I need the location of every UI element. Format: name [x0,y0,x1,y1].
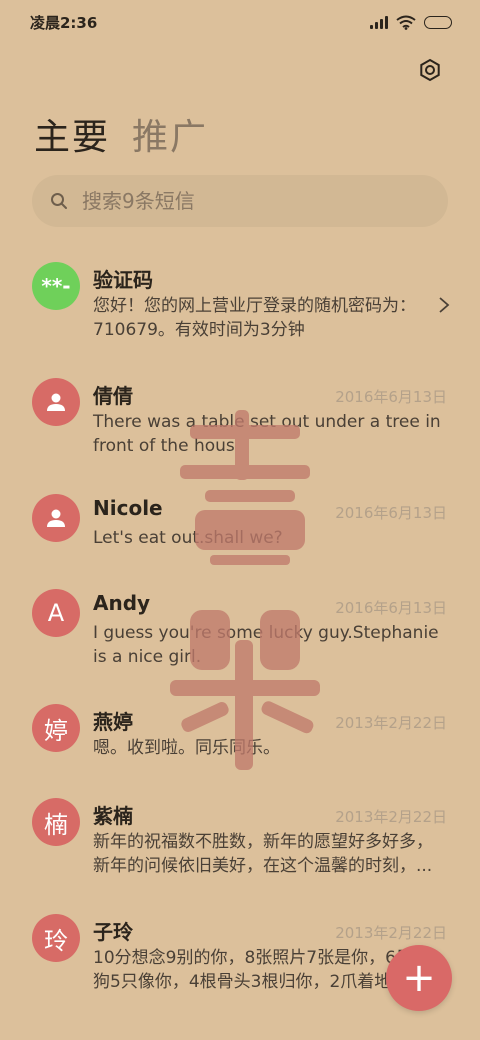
tab-bar: 主要 推广 [34,108,208,160]
message-date: 2013年2月22日 [335,714,447,732]
message-preview: 新年的祝福数不胜数，新年的愿望好多好多，新年的问候依旧美好，在这个温馨的时刻，.… [93,832,433,876]
message-date: 2013年2月22日 [335,808,447,826]
chevron-right-icon [439,297,450,313]
sender-name: 紫楠 [93,804,133,828]
avatar: A [32,589,80,637]
tab-promotion[interactable]: 推广 [132,108,208,160]
person-icon [47,393,65,411]
person-icon [47,509,65,527]
battery-icon [424,15,452,29]
avatar: 婷 [32,704,80,752]
message-date: 2016年6月13日 [335,599,447,617]
message-preview: 您好！您的网上营业厅登录的随机密码为：710679。有效时间为3分钟 [93,296,416,340]
sender-name: Nicole [93,496,163,520]
wifi-icon [396,15,416,30]
avatar: **- [32,262,80,310]
message-preview: Let's eat out.shall we? [93,528,283,548]
search-bar[interactable] [32,175,448,227]
gear-icon [420,58,440,82]
message-date: 2016年6月13日 [335,388,447,406]
status-icons [370,15,452,30]
status-time: 凌晨2:36 [30,13,98,32]
sender-name: 倩倩 [93,384,133,408]
message-date: 2013年2月22日 [335,924,447,942]
message-date: 2016年6月13日 [335,504,447,522]
avatar: 楠 [32,798,80,846]
sender-name: 燕婷 [93,710,133,734]
message-preview: 嗯。收到啦。同乐同乐。 [93,738,280,758]
message-preview: I guess you're some lucky guy.Stephanie … [93,623,439,667]
status-bar: 凌晨2:36 [0,0,480,44]
sender-name: 子玲 [93,920,133,944]
sender-name: 验证码 [93,268,153,292]
sender-name: Andy [93,591,151,615]
avatar [32,494,80,542]
new-message-button[interactable]: + [386,945,452,1011]
calligraphy-watermark [170,410,320,770]
search-icon [51,193,67,209]
tab-main[interactable]: 主要 [34,108,110,160]
avatar: 玲 [32,914,80,962]
plus-icon: + [402,955,436,1001]
signal-icon [370,15,388,29]
message-preview: There was a table set out under a tree i… [93,412,441,456]
avatar [32,378,80,426]
settings-button[interactable] [416,56,444,84]
search-input[interactable] [82,189,402,213]
